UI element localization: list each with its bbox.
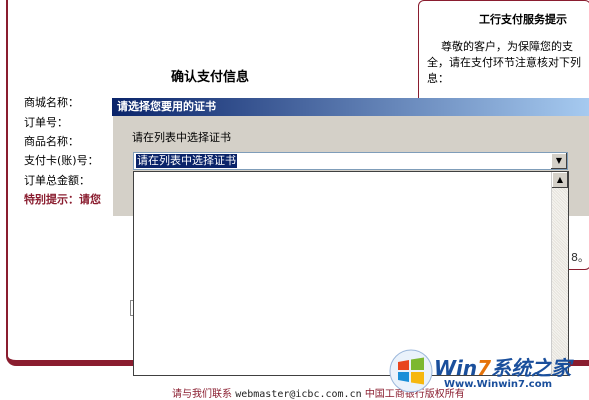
order-total-label: 订单总金额： xyxy=(24,174,90,187)
dialog-titlebar[interactable]: 请选择您要用的证书 xyxy=(112,98,589,116)
notice-line: 全，请在支付环节注意核对下列 xyxy=(427,56,581,69)
dialog-title: 请选择您要用的证书 xyxy=(117,100,216,113)
order-number-label: 订单号： xyxy=(24,116,68,129)
mall-name-label: 商城名称： xyxy=(24,96,79,109)
watermark-brand: Win7系统之家 xyxy=(434,356,572,380)
watermark: Win7系统之家 Www.Winwin7.com xyxy=(388,348,588,400)
footer-contact: 请与我们联系 xyxy=(172,389,232,400)
notice-line: 尊敬的客户，为保障您的支 xyxy=(441,40,573,53)
product-name-label: 商品名称： xyxy=(24,135,79,148)
footer-email-link[interactable]: webmaster@icbc.com.cn xyxy=(235,389,361,400)
certificate-list[interactable]: ▲ xyxy=(133,171,569,376)
dropdown-arrow-icon[interactable]: ▼ xyxy=(550,153,567,169)
windows-logo-icon xyxy=(389,349,433,393)
notice-line: 息： xyxy=(427,72,449,85)
certificate-select-value: 请在列表中选择证书 xyxy=(136,154,237,168)
notice-tail-text: 8。 xyxy=(571,251,589,264)
scroll-up-arrow-icon[interactable]: ▲ xyxy=(552,172,568,188)
certificate-select[interactable]: 请在列表中选择证书 ▼ xyxy=(133,152,568,170)
confirm-payment-title: 确认支付信息 xyxy=(171,70,250,85)
notice-title: 工行支付服务提示 xyxy=(479,13,567,26)
list-scrollbar[interactable]: ▲ xyxy=(551,172,568,375)
watermark-url: Www.Winwin7.com xyxy=(444,379,553,390)
card-number-label: 支付卡(账)号： xyxy=(24,154,99,167)
dialog-prompt: 请在列表中选择证书 xyxy=(132,131,231,144)
special-tip-text: 特别提示：请您 xyxy=(24,193,101,206)
notice-body: 尊敬的客户，为保障您的支 全，请在支付环节注意核对下列 息： xyxy=(427,39,589,87)
